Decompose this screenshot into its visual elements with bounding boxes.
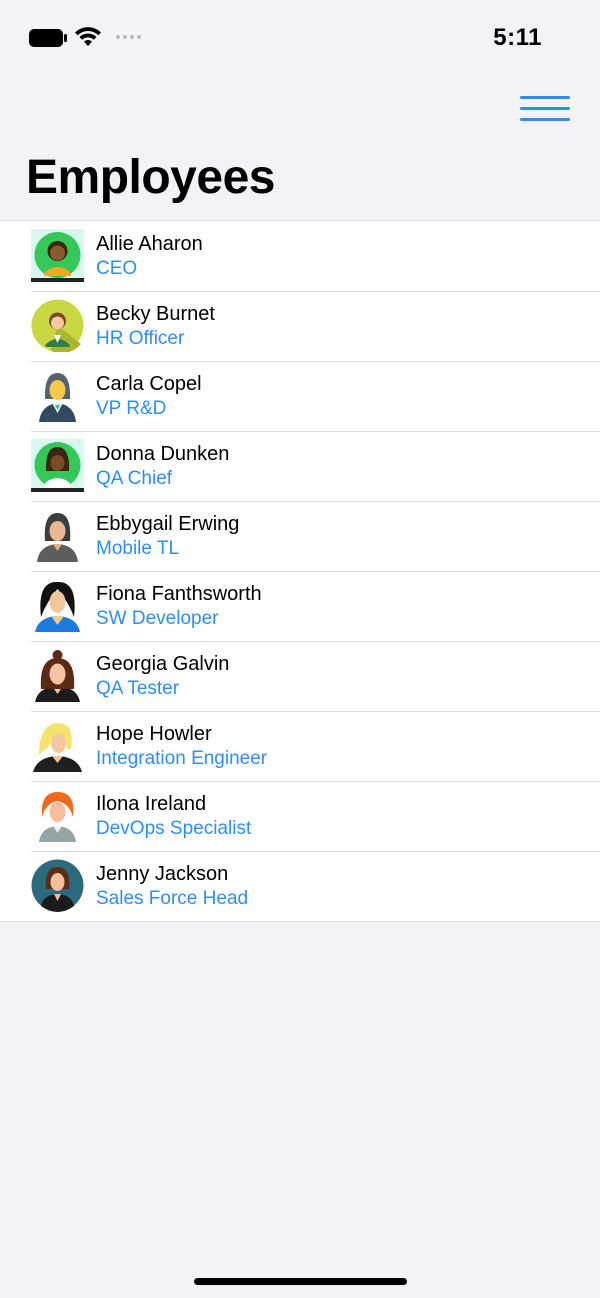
- woman-avatar-icon: [31, 509, 84, 562]
- woman-avatar-icon: [31, 299, 84, 352]
- employee-name: Allie Aharon: [96, 233, 203, 255]
- employee-role: QA Tester: [96, 678, 180, 699]
- employee-name: Ilona Ireland: [96, 793, 207, 815]
- employee-role: SW Developer: [96, 608, 219, 629]
- employee-row[interactable]: Donna Dunken QA Chief: [0, 431, 600, 501]
- employee-name: Donna Dunken: [96, 443, 230, 465]
- employee-role: Mobile TL: [96, 538, 180, 559]
- woman-avatar-icon: [31, 719, 84, 772]
- employee-row[interactable]: Becky Burnet HR Officer: [0, 291, 600, 361]
- home-indicator[interactable]: [194, 1278, 407, 1285]
- cellular-signal-icon: [116, 35, 141, 39]
- woman-avatar-icon: [31, 579, 84, 632]
- woman-avatar-icon: [31, 369, 84, 422]
- employee-role: DevOps Specialist: [96, 818, 252, 839]
- employee-role: CEO: [96, 258, 138, 279]
- woman-avatar-icon: [31, 439, 84, 492]
- employee-role: Integration Engineer: [96, 748, 268, 769]
- hamburger-menu-icon[interactable]: [520, 94, 570, 124]
- employee-list: Allie Aharon CEO Becky Burnet HR Officer: [0, 220, 600, 922]
- woman-avatar-icon: [31, 229, 84, 282]
- status-bar: 5:11: [0, 0, 600, 76]
- employee-row[interactable]: Georgia Galvin QA Tester: [0, 641, 600, 711]
- battery-icon: [28, 28, 67, 47]
- status-time: 5:11: [493, 24, 542, 51]
- employee-name: Becky Burnet: [96, 303, 215, 325]
- employee-name: Georgia Galvin: [96, 653, 230, 675]
- employee-row[interactable]: Allie Aharon CEO: [0, 221, 600, 291]
- woman-avatar-icon: [31, 649, 84, 702]
- employee-row[interactable]: Hope Howler Integration Engineer: [0, 711, 600, 781]
- employee-row[interactable]: Jenny Jackson Sales Force Head: [0, 851, 600, 921]
- page-title: Employees: [26, 151, 275, 204]
- employee-role: QA Chief: [96, 468, 173, 489]
- woman-avatar-icon: [31, 859, 84, 912]
- employee-name: Carla Copel: [96, 373, 202, 395]
- navigation-bar: Employees: [0, 76, 600, 220]
- wifi-icon: [74, 26, 102, 48]
- woman-avatar-icon: [31, 789, 84, 842]
- employee-name: Fiona Fanthsworth: [96, 583, 262, 605]
- employee-role: Sales Force Head: [96, 888, 249, 909]
- employee-role: HR Officer: [96, 328, 185, 349]
- employee-row[interactable]: Fiona Fanthsworth SW Developer: [0, 571, 600, 641]
- employee-role: VP R&D: [96, 398, 167, 419]
- status-indicators: [28, 26, 141, 48]
- employee-name: Hope Howler: [96, 723, 212, 745]
- employee-name: Jenny Jackson: [96, 863, 229, 885]
- employee-row[interactable]: Carla Copel VP R&D: [0, 361, 600, 431]
- employee-row[interactable]: Ebbygail Erwing Mobile TL: [0, 501, 600, 571]
- employee-row[interactable]: Ilona Ireland DevOps Specialist: [0, 781, 600, 851]
- employee-name: Ebbygail Erwing: [96, 513, 240, 535]
